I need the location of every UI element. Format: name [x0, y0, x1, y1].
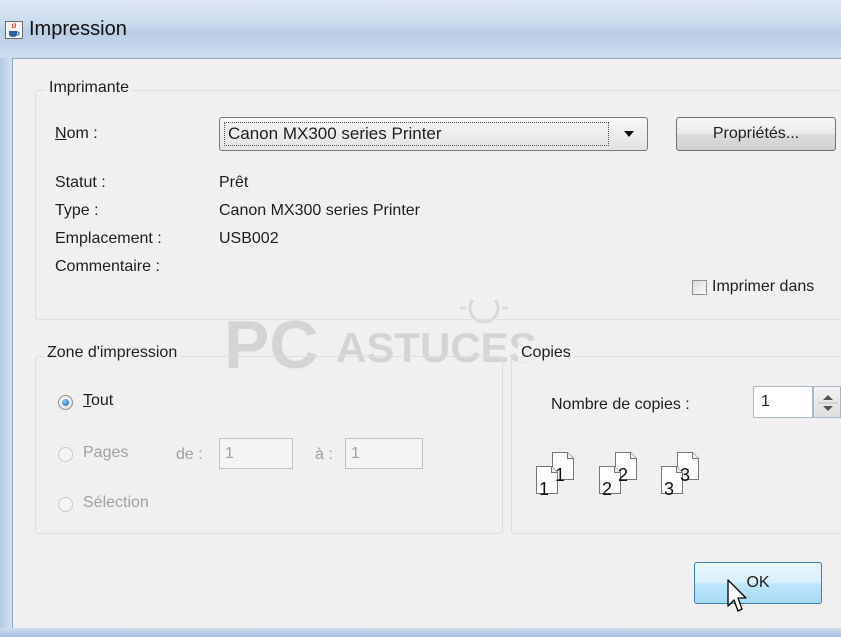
print-all-radio[interactable] [58, 395, 73, 410]
copies-legend: Copies [518, 344, 574, 362]
printer-name-label: Nom : [55, 125, 98, 143]
pages-to-input[interactable]: 1 [345, 438, 423, 469]
comment-label: Commentaire : [55, 258, 160, 275]
copies-count-input[interactable]: 1 [753, 386, 813, 418]
copies-count-label: Nombre de copies : [551, 396, 690, 413]
print-pages-radio[interactable] [58, 447, 73, 462]
chevron-down-icon[interactable] [620, 126, 638, 142]
print-selection-label[interactable]: Sélection [83, 494, 149, 512]
printer-name-label-text: Nom : [55, 125, 98, 142]
print-all-label-text: Tout [83, 392, 114, 409]
ok-button[interactable]: OK [694, 562, 822, 604]
print-pages-label[interactable]: Pages [83, 444, 128, 462]
pages-from-input[interactable]: 1 [219, 438, 293, 469]
pages-from-label: de : [176, 446, 203, 463]
spinner-arrows-icon [818, 395, 838, 411]
print-range-legend: Zone d'impression [44, 344, 181, 362]
location-label: Emplacement : [55, 230, 162, 247]
properties-button-label: Propriétés... [712, 125, 800, 142]
collate-icon: 1 1 2 2 3 3 [530, 452, 760, 514]
title-bar[interactable]: Impression [0, 0, 841, 58]
print-to-file-checkbox[interactable] [692, 280, 707, 295]
window-title: Impression [29, 18, 127, 40]
pages-to-label: à : [315, 446, 333, 463]
collate-page-number: 1 [539, 479, 550, 499]
print-selection-radio[interactable] [58, 497, 73, 512]
status-label: Statut : [55, 174, 106, 191]
status-value: Prêt [219, 174, 249, 191]
print-to-file-label[interactable]: Imprimer dans [712, 278, 814, 296]
printer-name-combobox[interactable]: Canon MX300 series Printer [219, 117, 648, 151]
mouse-cursor-icon [727, 579, 747, 612]
copies-spinner[interactable] [813, 386, 841, 418]
collate-page-number: 3 [664, 479, 675, 499]
type-value: Canon MX300 series Printer [219, 202, 420, 219]
collate-page-number: 2 [618, 465, 629, 485]
print-dialog: Impression PC ASTUCES Imprimante Nom : C… [0, 0, 841, 637]
print-all-label[interactable]: Tout [83, 392, 113, 410]
printer-group-legend: Imprimante [46, 79, 133, 97]
properties-button[interactable]: Propriétés... [676, 117, 836, 151]
collate-page-number: 2 [602, 479, 613, 499]
java-cup-icon [5, 21, 23, 39]
printer-name-value: Canon MX300 series Printer [224, 122, 609, 146]
type-label: Type : [55, 202, 99, 219]
window-frame-left [0, 58, 12, 632]
collate-page-number: 1 [555, 465, 566, 485]
location-value: USB002 [219, 230, 279, 247]
collate-page-number: 3 [680, 465, 691, 485]
window-frame-bottom [0, 628, 841, 637]
